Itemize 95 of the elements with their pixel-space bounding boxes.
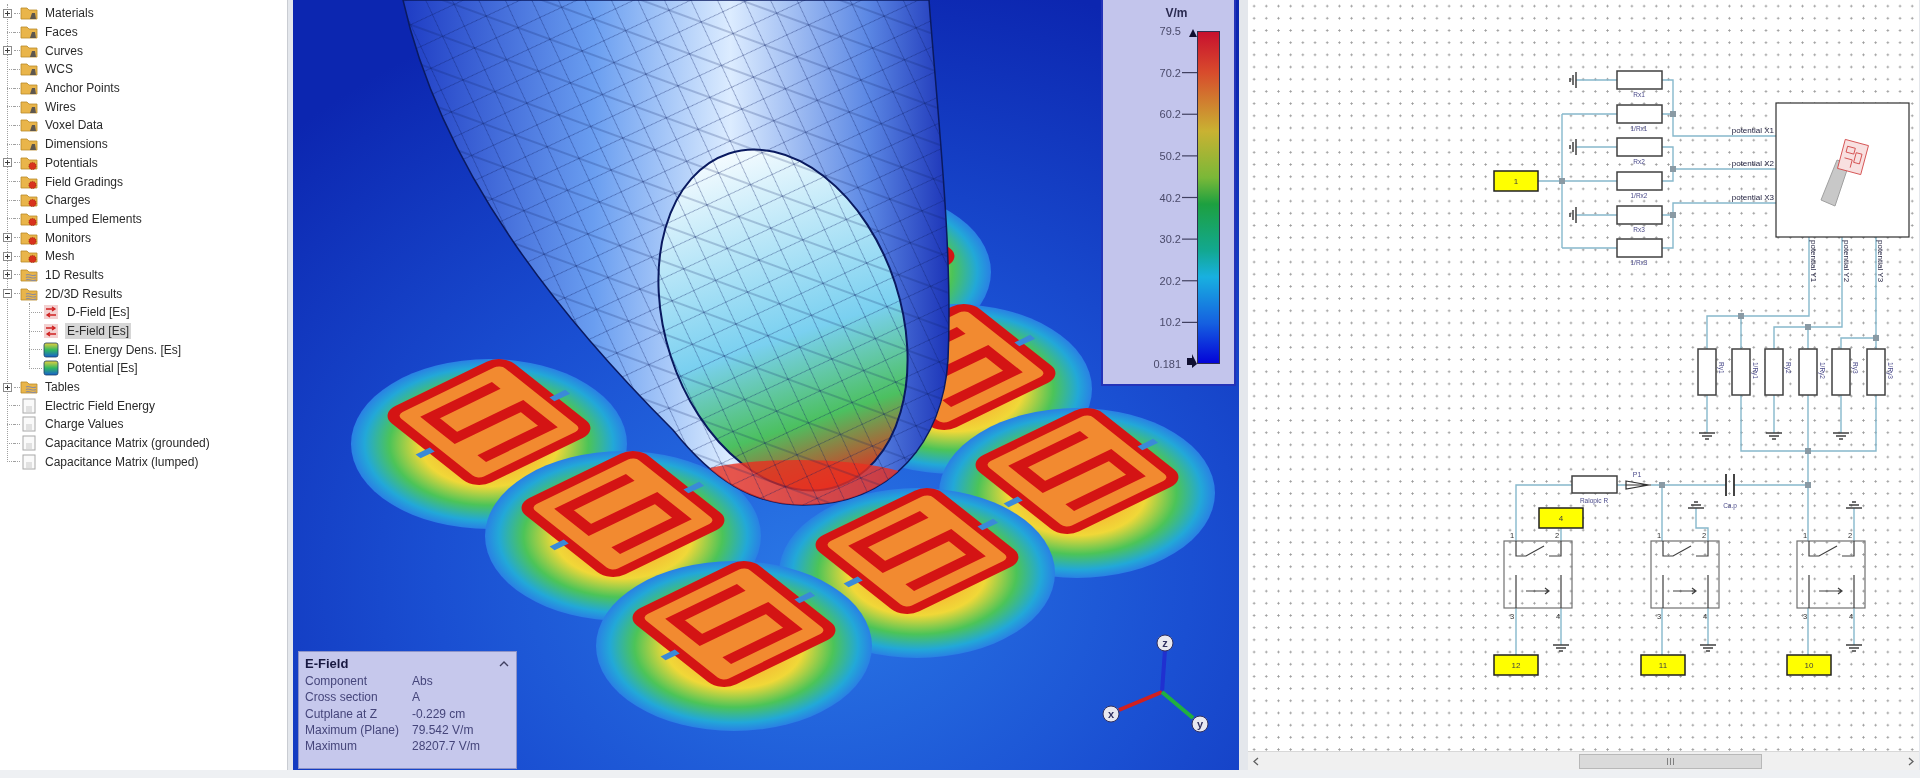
tree-item[interactable]: El. Energy Dens. [Es]	[65, 341, 184, 358]
tree-item[interactable]: Dimensions	[43, 136, 110, 153]
info-title: E-Field	[305, 656, 349, 671]
axis-label: y	[1196, 718, 1204, 730]
folder-icon	[20, 210, 38, 227]
gradient-square-icon	[42, 360, 60, 377]
info-label: Cross section	[305, 689, 379, 706]
port-name: potential X1	[1731, 126, 1774, 135]
folder-icon	[20, 229, 38, 246]
legend-value: 10.2	[1159, 316, 1181, 329]
folder-icon	[20, 5, 38, 22]
tree-item[interactable]: Lumped Elements	[43, 210, 144, 227]
document-icon	[20, 416, 38, 433]
expand-toggle[interactable]	[0, 249, 14, 264]
folder-icon	[20, 173, 38, 190]
document-icon	[20, 435, 38, 452]
legend-unit: V/m	[1164, 6, 1189, 22]
tree-item[interactable]: E-Field [Es]	[65, 323, 131, 340]
expand-toggle[interactable]	[0, 286, 14, 301]
legend-value: 60.2	[1159, 108, 1181, 121]
tree-item[interactable]: 1D Results	[43, 266, 106, 283]
legend-value: 30.2	[1159, 233, 1181, 246]
info-label: Component	[305, 673, 369, 690]
folder-icon	[20, 80, 38, 97]
gradient-square-icon	[42, 341, 60, 358]
info-value: Abs	[412, 673, 434, 690]
tree-item[interactable]: Monitors	[43, 229, 93, 246]
info-label: Maximum	[305, 738, 358, 755]
port-name: potential Y2	[1842, 240, 1851, 283]
folder-icon	[20, 98, 38, 115]
tree-item[interactable]: Anchor Points	[43, 80, 122, 97]
folder-icon	[20, 379, 38, 396]
tree-item[interactable]: Electric Field Energy	[43, 397, 158, 414]
info-value: -0.229 cm	[412, 705, 467, 722]
folder-icon	[20, 248, 38, 265]
legend-value: 20.2	[1159, 274, 1181, 287]
legend-value: 50.2	[1159, 149, 1181, 162]
document-icon	[20, 453, 38, 470]
tree-item[interactable]: Voxel Data	[43, 117, 106, 134]
port-label: 12	[1511, 661, 1521, 670]
tree-item[interactable]: Capacitance Matrix (grounded)	[43, 435, 212, 452]
port-label: 11	[1658, 661, 1668, 670]
port-name: potential X3	[1731, 193, 1774, 202]
info-value: 79.542 V/m	[412, 721, 475, 739]
port-name: potential Y3	[1876, 240, 1885, 283]
folder-icon	[20, 61, 38, 78]
tree-item[interactable]: Potential [Es]	[65, 360, 140, 377]
expand-toggle[interactable]	[0, 155, 14, 170]
legend-value: 40.2	[1159, 191, 1181, 204]
tree-item[interactable]: Wires	[43, 98, 78, 115]
folder-icon	[20, 24, 38, 41]
info-label: Cutplane at Z	[305, 705, 379, 722]
legend-value: 70.2	[1159, 66, 1181, 79]
tree-item[interactable]: 2D/3D Results	[43, 285, 125, 302]
port-label: 4	[1558, 514, 1564, 523]
tree-item[interactable]: WCS	[43, 61, 75, 78]
folder-icon	[20, 285, 38, 302]
arrows-icon	[42, 323, 60, 340]
folder-icon	[20, 192, 38, 209]
legend-value: 79.5	[1159, 25, 1181, 37]
folder-icon	[20, 266, 38, 283]
info-label: Maximum (Plane)	[305, 721, 401, 739]
tree-item[interactable]: Charge Values	[43, 416, 126, 433]
folder-icon	[20, 136, 38, 153]
folder-icon	[20, 42, 38, 59]
tree-item[interactable]: Faces	[43, 24, 80, 41]
axis-label: z	[1162, 637, 1168, 649]
port-label: 1	[1513, 177, 1519, 186]
expand-toggle[interactable]	[0, 6, 14, 21]
axis-label: x	[1107, 708, 1115, 720]
tree-item[interactable]: Charges	[43, 192, 93, 209]
tree-item[interactable]: Capacitance Matrix (lumped)	[43, 453, 201, 470]
folder-icon	[20, 117, 38, 134]
tree-item[interactable]: Materials	[43, 5, 96, 22]
tree-item[interactable]: D-Field [Es]	[65, 304, 132, 321]
expand-toggle[interactable]	[0, 230, 14, 245]
info-value: A	[412, 689, 421, 706]
scrollbar-thumb[interactable]	[1579, 753, 1762, 769]
port-name: potential Y1	[1809, 240, 1818, 283]
legend-value: 0.181	[1153, 358, 1181, 370]
tree-item[interactable]: Potentials	[43, 154, 100, 171]
folder-icon	[20, 154, 38, 171]
horizontal-scrollbar[interactable]	[1248, 751, 1919, 770]
document-icon	[20, 397, 38, 414]
tree-item[interactable]: Field Gradings	[43, 173, 126, 190]
info-value: 28207.7 V/m	[412, 738, 482, 755]
port-label: 10	[1804, 661, 1814, 670]
arrows-icon	[42, 304, 60, 321]
expand-toggle[interactable]	[0, 43, 14, 58]
port-name: potential X2	[1731, 159, 1774, 168]
expand-toggle[interactable]	[0, 380, 14, 395]
tree-item[interactable]: Tables	[43, 379, 82, 396]
tree-item[interactable]: Curves	[43, 42, 85, 59]
tree-item[interactable]: Mesh	[43, 248, 77, 265]
expand-toggle[interactable]	[0, 267, 14, 282]
